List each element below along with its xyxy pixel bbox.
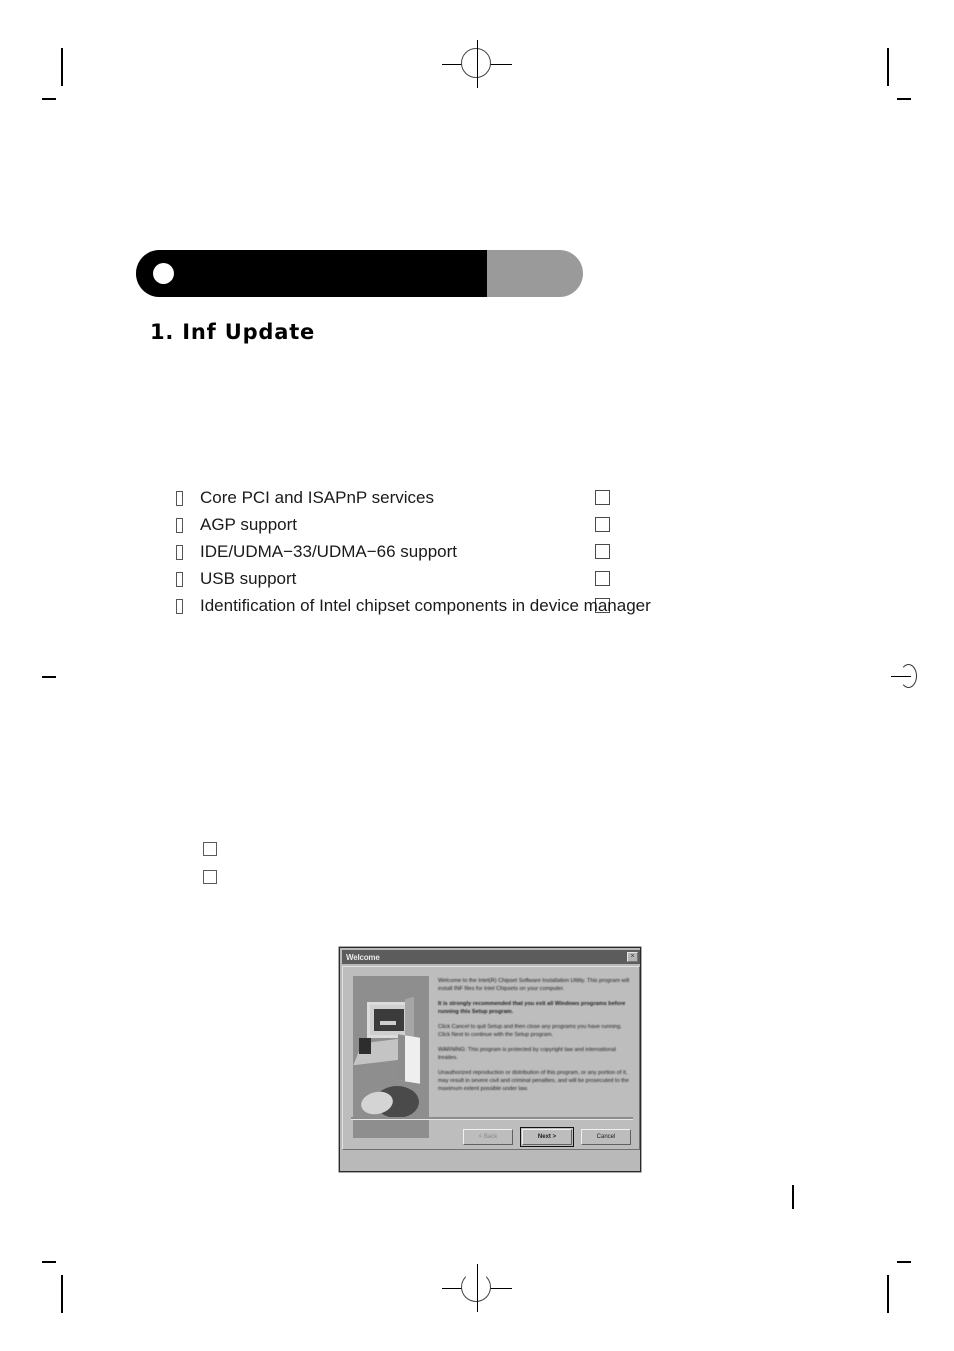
cancel-button[interactable]: Cancel [581, 1129, 631, 1145]
list-item-label: USB support [200, 569, 297, 588]
list-item: Identification of Intel chipset componen… [176, 596, 796, 623]
crop-mark-top-left-horizontal [42, 98, 56, 100]
bullet-box-icon [176, 572, 183, 587]
dialog-text-area: Welcome to the Intel(R) Chipset Software… [438, 977, 634, 1100]
dialog-titlebar: Welcome × [342, 950, 640, 964]
registration-mark-mid-right [891, 664, 917, 690]
crop-mark-mid-left [42, 676, 56, 678]
registration-mark-mid-right-ring [900, 664, 917, 688]
dialog-paragraph: Unauthorized reproduction or distributio… [438, 1070, 629, 1092]
dialog-separator [351, 1117, 633, 1120]
list-item-label: Identification of Intel chipset componen… [200, 596, 651, 615]
dialog-paragraph: Click Cancel to quit Setup and then clos… [438, 1024, 622, 1038]
setup-dialog-screenshot: Welcome × Welcome to the Intel(R) Chipse… [339, 947, 641, 1172]
list-item: AGP support [176, 515, 796, 542]
dialog-paragraph: It is strongly recommended that you exit… [438, 1001, 626, 1015]
dialog-body: Welcome to the Intel(R) Chipset Software… [342, 966, 640, 1150]
crop-mark-near-dialog-right [792, 1185, 794, 1209]
monitor-icon [367, 1002, 409, 1038]
bullet-box-icon [176, 545, 183, 560]
setup-illustration [353, 976, 429, 1138]
registration-target-vertical-line [476, 40, 478, 88]
trailing-empty-square-icon [595, 517, 610, 532]
monitor-screen-content [380, 1021, 396, 1025]
trailing-empty-square-icon [595, 571, 610, 586]
header-bar-black-segment [136, 250, 487, 297]
dialog-paragraph: WARNING: This program is protected by co… [438, 1047, 616, 1061]
bullet-box-icon [176, 491, 183, 506]
crop-mark-top-right-horizontal [897, 98, 911, 100]
empty-square-icon-2 [203, 870, 217, 884]
crop-mark-bottom-left-vertical [61, 1275, 63, 1313]
list-item-label: IDE/UDMA−33/UDMA−66 support [200, 542, 457, 561]
header-bar-dot-icon [153, 263, 174, 284]
dialog-title: Welcome [346, 952, 380, 962]
back-button[interactable]: < Back [463, 1129, 513, 1145]
monitor-screen-icon [374, 1009, 404, 1031]
registration-target-top [442, 29, 512, 99]
list-item: USB support [176, 569, 796, 596]
crop-mark-bottom-left-horizontal [42, 1261, 56, 1263]
registration-target-bottom [442, 1253, 512, 1323]
keyboard-dark-block [359, 1038, 371, 1054]
empty-square-icon-1 [203, 842, 217, 856]
registration-target-bottom-vertical-line [476, 1264, 478, 1312]
dialog-paragraph: Welcome to the Intel(R) Chipset Software… [438, 978, 630, 992]
crop-mark-bottom-right-horizontal [897, 1261, 911, 1263]
section-header-bar [136, 250, 583, 297]
bullet-box-icon [176, 518, 183, 533]
list-item-label: AGP support [200, 515, 298, 534]
close-icon[interactable]: × [627, 952, 638, 962]
bullet-box-icon [176, 599, 183, 614]
trailing-empty-square-icon [595, 544, 610, 559]
crop-mark-top-left-vertical [61, 48, 63, 86]
list-item: Core PCI and ISAPnP services [176, 488, 796, 515]
page-title: 1. Inf Update [150, 320, 316, 344]
trailing-empty-square-icon [595, 598, 610, 613]
list-item: IDE/UDMA−33/UDMA−66 support [176, 542, 796, 569]
dialog-button-row: < Back Next > Cancel [463, 1127, 631, 1147]
trailing-empty-square-icon [595, 490, 610, 505]
crop-mark-top-right-vertical [887, 48, 889, 86]
manual-book-icon [398, 1034, 420, 1084]
crop-mark-bottom-right-vertical [887, 1275, 889, 1313]
feature-list: Core PCI and ISAPnP services AGP support… [176, 488, 796, 623]
list-item-label: Core PCI and ISAPnP services [200, 488, 435, 507]
next-button[interactable]: Next > [520, 1127, 574, 1147]
